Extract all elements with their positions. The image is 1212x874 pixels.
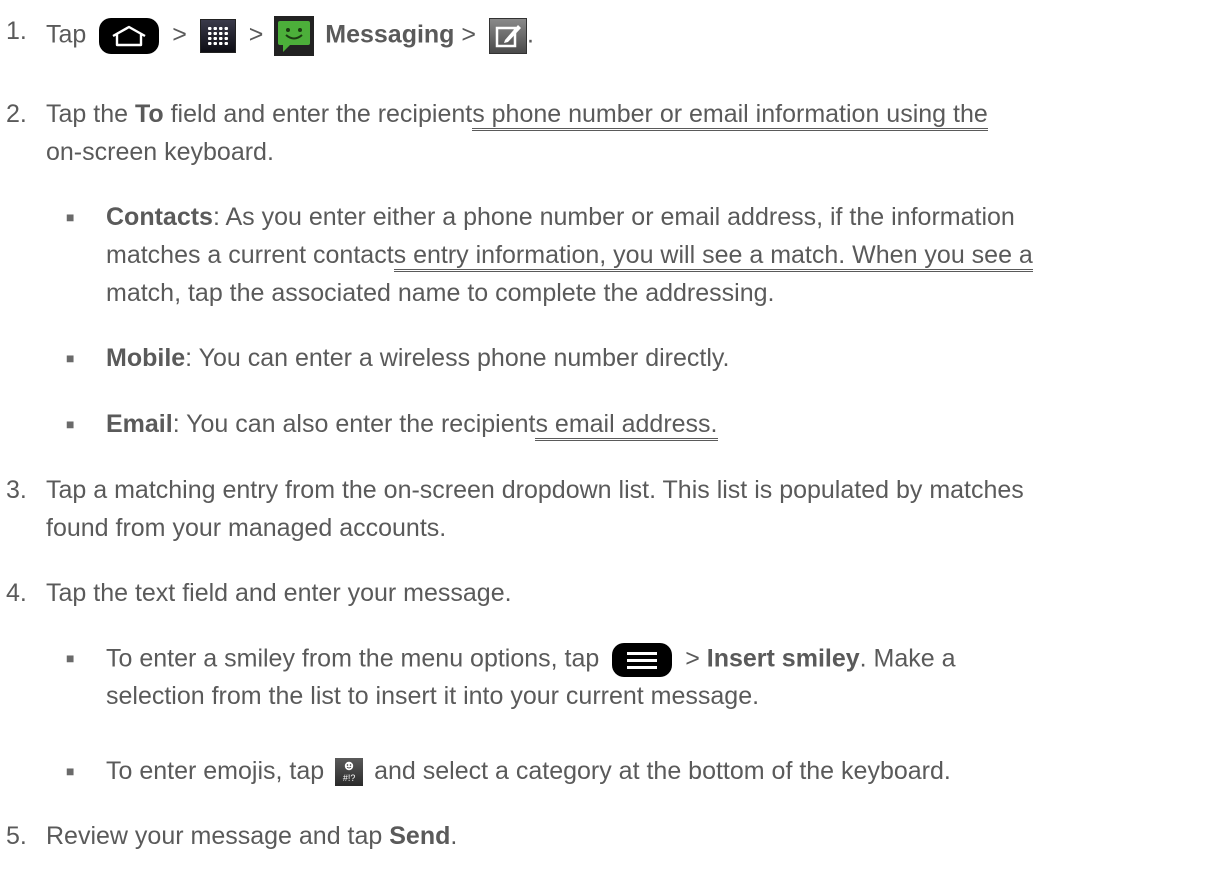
step-text: Tap a matching entry from the on-screen … [46,476,1024,504]
separator: > [248,20,264,49]
bullet-text: : You can also enter the recipient [172,410,536,438]
to-field-label: To [134,100,164,128]
bullet-contacts-line-3: match, tap the associated name to comple… [106,278,774,308]
step-text: found from your managed accounts. [46,514,447,542]
apostrophe-glyph: s entry information, you will see a matc… [393,241,1034,272]
bullet-marker: ■ [66,350,75,366]
apostrophe-glyph: s phone number or email information usin… [472,100,988,131]
email-label: Email [106,410,173,438]
emoji-key-icon: #!? [335,758,364,787]
step-text: Tap the [46,100,129,128]
step-end: . [526,20,534,49]
apps-grid-icon [199,19,236,53]
bullet-text: match, tap the associated name to comple… [106,279,775,307]
bullet-marker: ■ [66,763,75,779]
bullet-text: selection from the list to insert it int… [106,682,760,710]
separator: > [172,20,187,49]
bullet-text: To enter a smiley from the menu options,… [106,644,600,673]
bullet-text: : You can enter a wireless phone number … [185,344,730,372]
bullet-contacts-line-2: matches a current contacts entry informa… [106,240,1034,272]
mobile-label: Mobile [106,344,186,372]
bullet-text: : As you enter either a phone number or … [212,203,1015,231]
separator: > [461,20,477,49]
separator: > [685,644,700,673]
step-text: Tap the text field and enter your messag… [46,579,512,607]
step-text: Review your message and tap [46,822,383,850]
step-2-line-2: on-screen keyboard. [46,137,274,167]
bullet-smiley-line-2: selection from the list to insert it int… [106,681,759,711]
step-text: on-screen keyboard. [46,138,274,166]
emoji-key-label: #!? [342,773,356,784]
step-3-line-2: found from your managed accounts. [46,513,446,543]
messaging-app-icon [274,16,315,56]
insert-smiley-label: Insert smiley [706,644,860,673]
home-icon [99,18,160,54]
step-number: 5. [6,822,27,850]
contacts-label: Contacts [106,203,213,231]
bullet-text: matches a current contact [106,241,394,269]
messaging-label: Messaging [325,20,455,49]
bullet-text: To enter emojis, tap [106,757,325,785]
step-number: 3. [6,476,27,504]
send-label: Send [389,822,451,850]
bullet-marker: ■ [66,416,75,432]
step-number: 1. [6,17,27,45]
menu-icon [612,643,673,677]
bullet-text: . Make a [859,644,956,673]
apostrophe-glyph: s email address. [535,410,718,441]
step-text: field and enter the recipient [170,100,473,128]
bullet-marker: ■ [66,650,75,666]
step-text: Tap [46,20,87,49]
bullet-text: and select a category at the bottom of t… [374,757,951,785]
step-number: 2. [6,100,27,128]
step-number: 4. [6,579,27,607]
bullet-marker: ■ [66,209,75,225]
step-end: . [450,822,458,850]
compose-icon [488,18,527,54]
